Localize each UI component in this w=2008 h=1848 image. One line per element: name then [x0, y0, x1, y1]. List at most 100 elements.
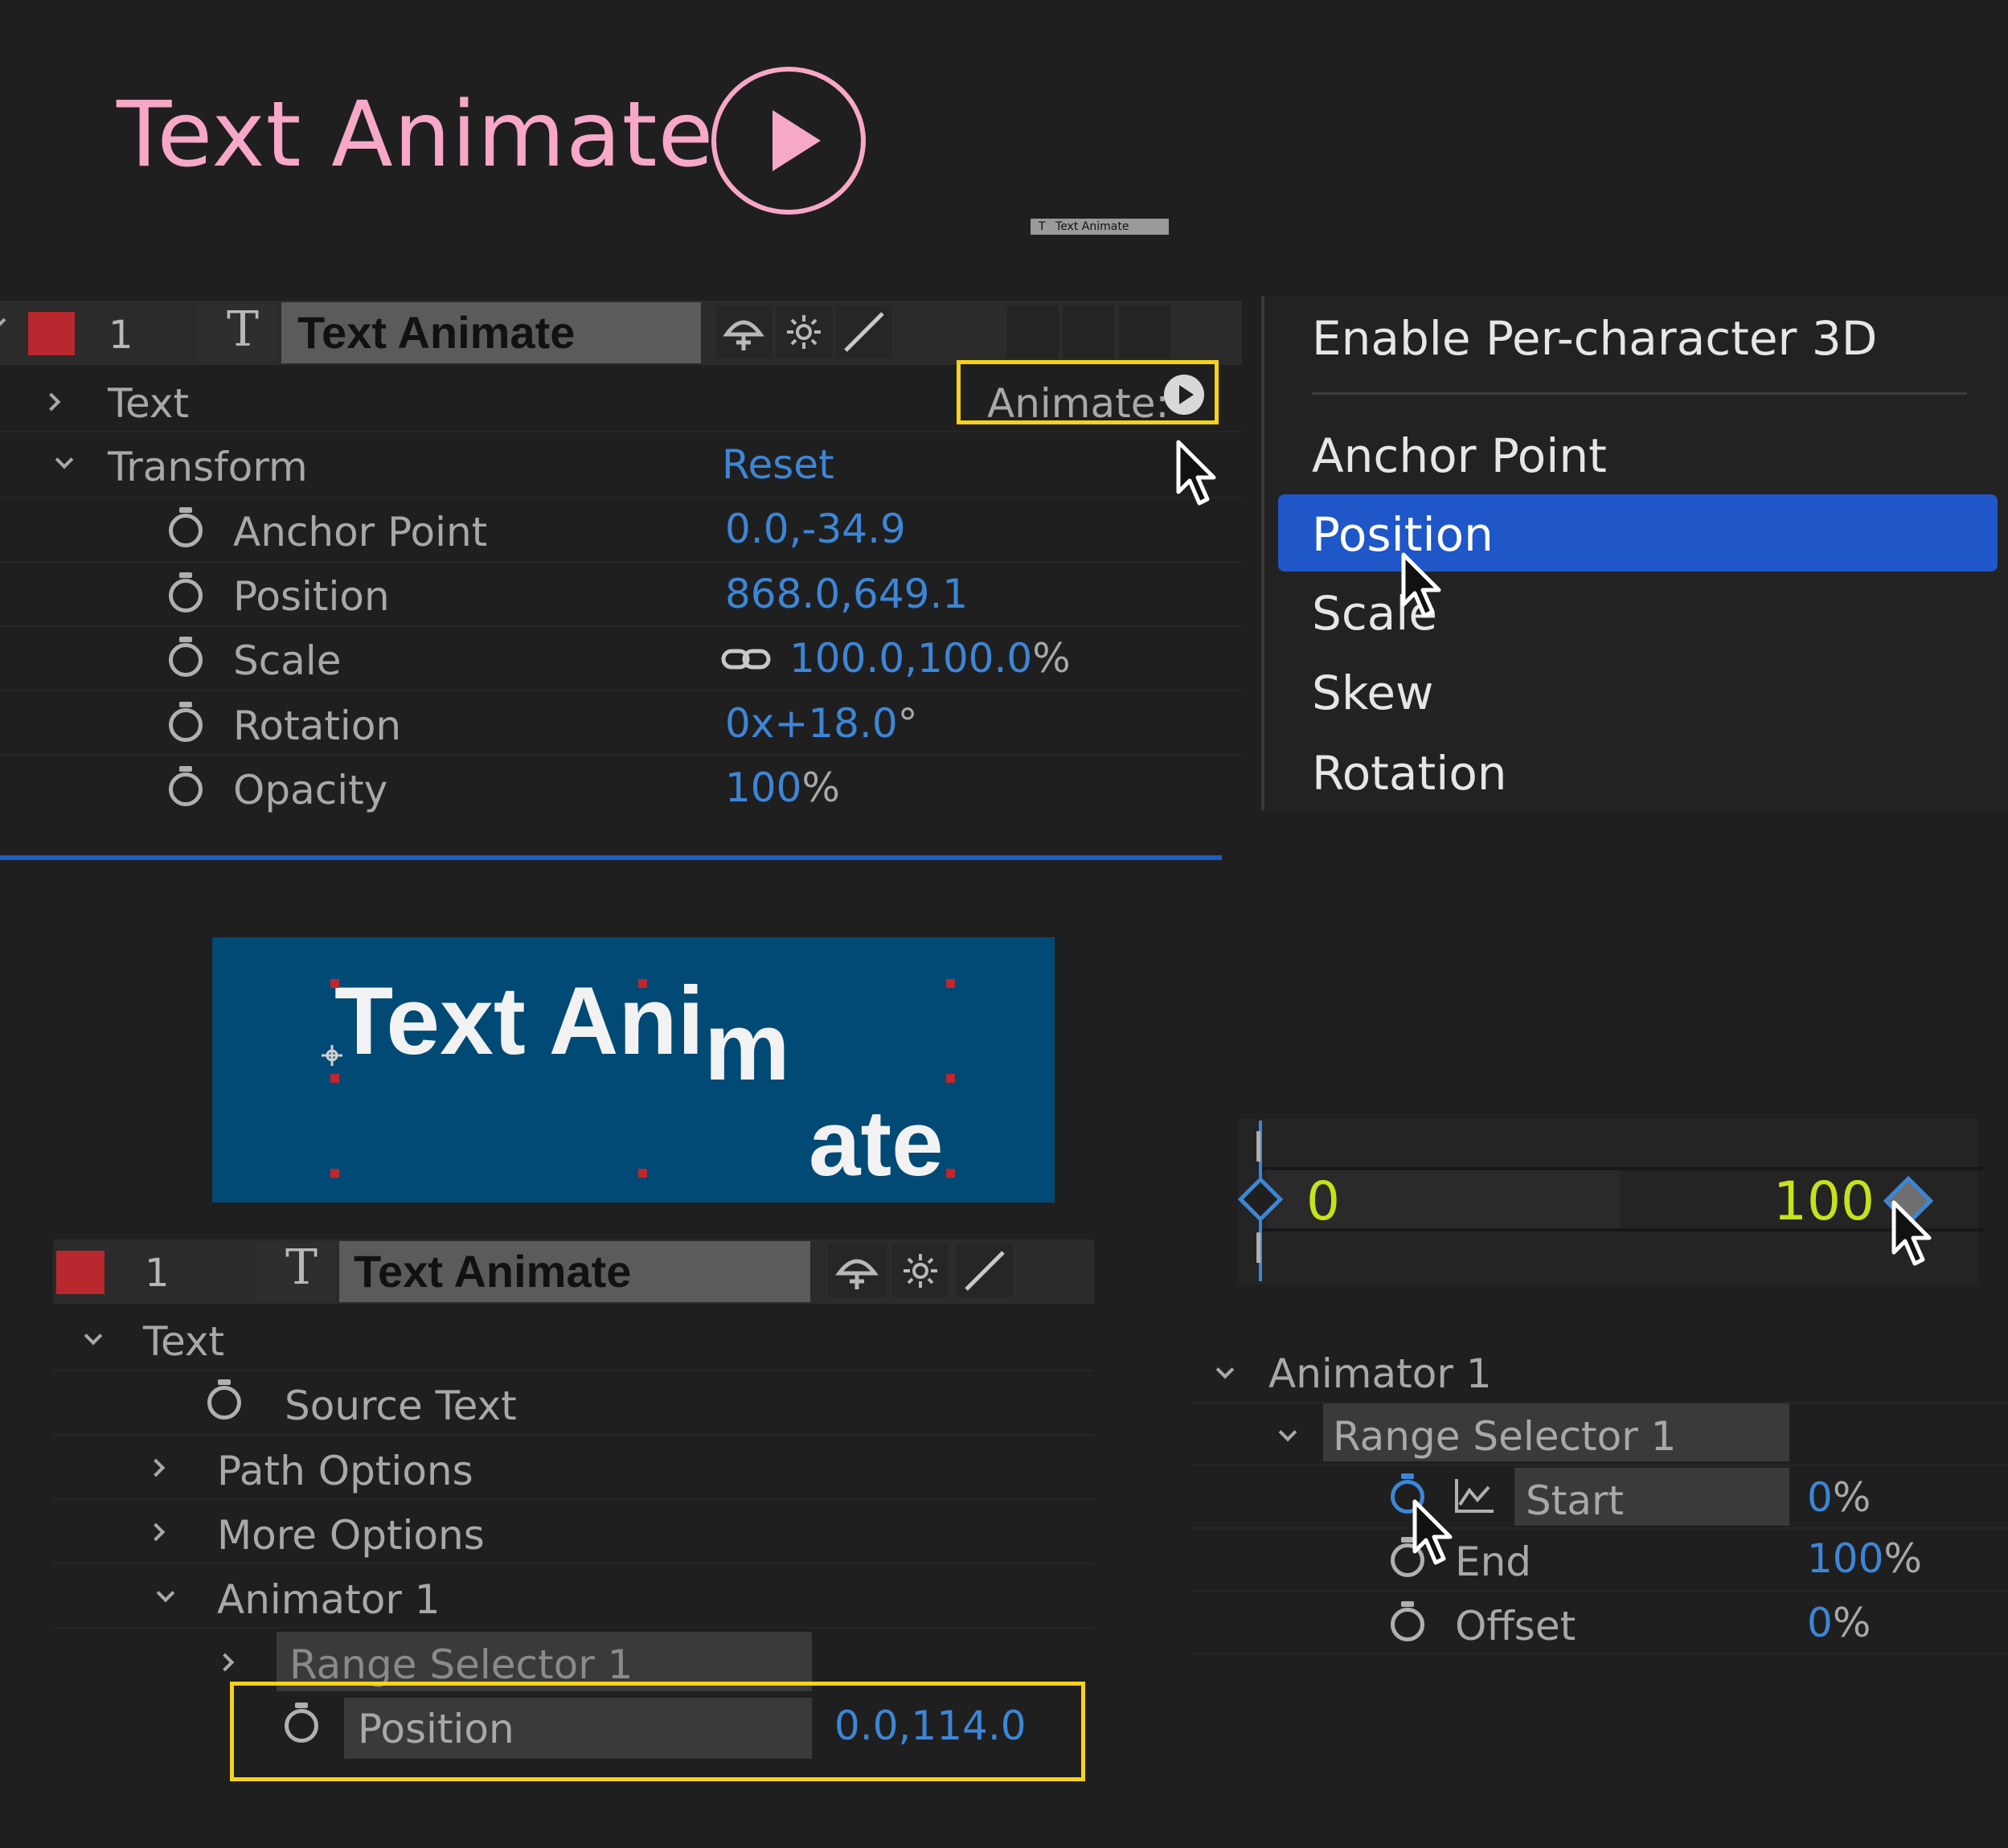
motion-blur-switch[interactable] — [1063, 305, 1114, 359]
bounding-handle[interactable] — [638, 1169, 647, 1178]
layer-name-field[interactable]: Text Animate — [339, 1241, 810, 1302]
collapse-switch[interactable] — [776, 305, 832, 359]
stopwatch-icon[interactable] — [285, 1703, 318, 1743]
offset-label: Offset — [1455, 1603, 1576, 1649]
menu-border — [1261, 296, 1264, 810]
divider — [0, 561, 1242, 563]
animate-label[interactable]: Animate: — [987, 383, 1169, 424]
bounding-handle[interactable] — [946, 979, 955, 988]
collapse-switch[interactable] — [892, 1244, 949, 1297]
layer-color-label[interactable] — [28, 312, 75, 355]
menu-item-per-character-3d[interactable]: Enable Per-character 3D — [1312, 315, 1877, 362]
bounding-handle[interactable] — [638, 979, 647, 988]
opacity-value[interactable]: 100% — [725, 768, 840, 808]
divider — [0, 431, 1242, 432]
scale-value[interactable]: 100.0,100.0% — [789, 638, 1071, 678]
shy-switch[interactable] — [828, 1244, 886, 1297]
animator-label[interactable]: Animator 1 — [1268, 1354, 1492, 1394]
bounding-handle[interactable] — [330, 1169, 339, 1178]
bounding-handle[interactable] — [946, 1169, 955, 1178]
section-divider — [0, 855, 1222, 860]
opacity-label: Opacity — [233, 767, 388, 813]
mouse-cursor-icon — [1891, 1200, 1932, 1266]
chevron-right-icon[interactable] — [215, 1653, 235, 1672]
range-selector-label[interactable]: Range Selector 1 — [289, 1645, 633, 1685]
animator-position-label: Position — [358, 1706, 514, 1752]
shy-switch[interactable] — [715, 305, 772, 359]
layer-thumbnail-tab: T Text Animate — [1031, 219, 1169, 235]
menu-item-skew[interactable]: Skew — [1312, 670, 1433, 716]
quality-switch[interactable] — [836, 305, 892, 359]
menu-item-rotation[interactable]: Rotation — [1312, 750, 1507, 797]
mouse-cursor-icon — [1176, 440, 1216, 506]
chevron-down-icon[interactable] — [55, 450, 74, 469]
offset-value[interactable]: 0% — [1807, 1603, 1871, 1643]
divider — [53, 1498, 1094, 1500]
animator-position-value[interactable]: 0.0,114.0 — [834, 1706, 1027, 1746]
divider — [1191, 1465, 2008, 1466]
stopwatch-icon[interactable] — [169, 637, 203, 677]
chevron-down-icon[interactable] — [1215, 1360, 1235, 1379]
layer-color-label[interactable] — [56, 1251, 104, 1294]
position-label: Position — [233, 573, 390, 620]
stopwatch-icon[interactable] — [169, 766, 203, 806]
divider — [53, 1627, 1094, 1629]
animator-label[interactable]: Animator 1 — [217, 1580, 441, 1620]
rotation-value[interactable]: 0x+18.0° — [725, 703, 918, 744]
chevron-right-icon[interactable] — [146, 1458, 166, 1477]
mouse-cursor-icon — [1401, 552, 1441, 618]
end-value[interactable]: 100% — [1807, 1539, 1922, 1579]
stopwatch-icon[interactable] — [169, 702, 203, 742]
preview-text-line1: Text Anim — [334, 973, 790, 1095]
chevron-right-icon[interactable] — [42, 392, 61, 412]
end-label: End — [1455, 1539, 1532, 1585]
chevron-down-icon[interactable] — [1278, 1423, 1297, 1442]
anchor-point-value[interactable]: 0.0,-34.9 — [725, 509, 906, 549]
ibeam-icon: I — [1252, 1225, 1265, 1273]
bounding-handle[interactable] — [946, 1074, 955, 1083]
position-value[interactable]: 868.0,649.1 — [725, 574, 968, 614]
range-selector-label[interactable]: Range Selector 1 — [1333, 1416, 1676, 1457]
anchor-point-icon[interactable] — [320, 1043, 344, 1067]
divider — [0, 754, 1242, 756]
quality-switch[interactable] — [957, 1244, 1013, 1297]
effects-switch[interactable] — [1007, 305, 1059, 359]
stopwatch-icon[interactable] — [1391, 1601, 1424, 1641]
adjustment-switch[interactable] — [1119, 305, 1170, 359]
constrain-proportions-icon[interactable] — [720, 643, 772, 678]
play-circle-icon[interactable] — [711, 67, 866, 215]
text-group-label[interactable]: Text — [143, 1321, 224, 1362]
transform-group-label[interactable]: Transform — [108, 447, 308, 487]
animate-play-icon[interactable] — [1164, 375, 1204, 415]
layer-name-field[interactable]: Text Animate — [281, 302, 701, 363]
text-group-label[interactable]: Text — [108, 383, 189, 424]
bounding-handle[interactable] — [330, 979, 339, 988]
start-label: Start — [1526, 1477, 1625, 1524]
stopwatch-icon[interactable] — [169, 507, 203, 547]
start-value[interactable]: 0% — [1807, 1477, 1871, 1518]
divider — [53, 1563, 1094, 1564]
preview-text-main: Text Ani — [334, 967, 705, 1075]
page-title: Text Animate — [117, 83, 715, 187]
divider — [0, 690, 1242, 691]
divider — [0, 625, 1242, 627]
rotation-label: Rotation — [233, 703, 402, 749]
chevron-down-icon[interactable] — [84, 1326, 103, 1346]
text-layer-icon: T — [227, 301, 260, 358]
text-layer-icon: T — [1039, 220, 1046, 233]
menu-item-anchor-point[interactable]: Anchor Point — [1312, 432, 1607, 479]
bounding-handle[interactable] — [330, 1074, 339, 1083]
stopwatch-icon[interactable] — [169, 572, 203, 613]
range-track-lower — [1260, 1228, 1984, 1231]
chevron-down-icon[interactable] — [156, 1584, 175, 1603]
divider — [1191, 1653, 2008, 1654]
divider — [1191, 1527, 2008, 1529]
divider — [53, 1370, 1094, 1371]
more-options-label[interactable]: More Options — [217, 1515, 485, 1555]
layer-number: 1 — [109, 313, 133, 358]
preview-text-line2: ate — [809, 1091, 944, 1195]
path-options-label[interactable]: Path Options — [217, 1451, 473, 1491]
chevron-right-icon[interactable] — [146, 1522, 166, 1542]
stopwatch-icon[interactable] — [207, 1379, 241, 1420]
reset-link[interactable]: Reset — [722, 445, 834, 485]
